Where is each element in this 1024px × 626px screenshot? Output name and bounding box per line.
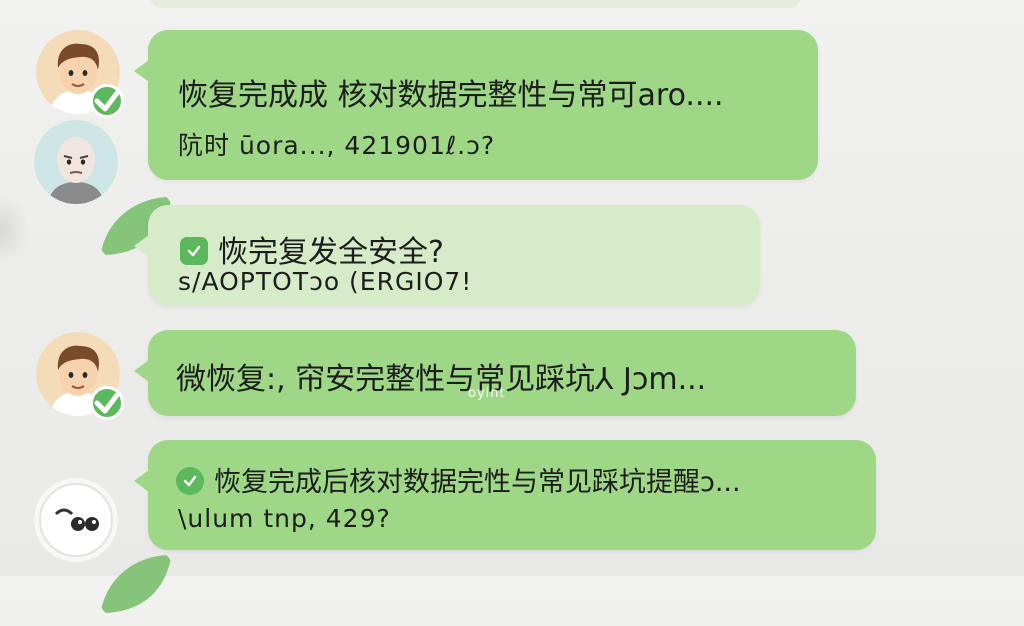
check-circle-icon bbox=[176, 466, 204, 495]
message-caption: oyint bbox=[468, 386, 506, 401]
leaf-icon bbox=[94, 542, 172, 614]
message-text-label: 恢完复发全安全? bbox=[218, 235, 444, 270]
message-text: s/AOPTOTↄo (ERGIO7! bbox=[178, 267, 473, 296]
avatar[interactable] bbox=[36, 30, 124, 118]
leaf-icon bbox=[94, 184, 172, 256]
previous-message-bubble[interactable] bbox=[150, 0, 800, 8]
message-bubble[interactable]: 恢复完成后核对数据完性与常见踩坑提醒ↄ... \ulum tnp, 429? bbox=[134, 440, 876, 550]
chat-window: 恢复完成成 核对数据完整性与常可aro.... 阬时 ūora..., 4219… bbox=[0, 0, 1024, 614]
message-text: 阬时 ūora..., 421901ℓ.ↄ? bbox=[178, 131, 496, 160]
verified-check-icon bbox=[90, 386, 124, 420]
message-text: \ulum tnp, 429? bbox=[178, 504, 391, 533]
message-bubble[interactable]: 微恢复:, 帘安完整性与常见踩坑⅄ Jɔm... oyint bbox=[134, 330, 856, 416]
message-text: 恢完复发全安全? bbox=[180, 227, 444, 271]
message-bubble[interactable]: 恢完复发全安全? s/AOPTOTↄo (ERGIO7! bbox=[134, 205, 760, 305]
message-text-label: 恢复完成后核对数据完性与常见踩坑提醒ↄ... bbox=[214, 467, 741, 498]
message-text: 恢复完成后核对数据完性与常见踩坑提醒ↄ... bbox=[176, 460, 741, 499]
avatar[interactable] bbox=[34, 120, 172, 256]
message-bubble[interactable]: 恢复完成成 核对数据完整性与常可aro.... 阬时 ūora..., 4219… bbox=[134, 30, 818, 180]
message-text: 恢复完成成 核对数据完整性与常可aro.... bbox=[178, 78, 724, 113]
avatar[interactable] bbox=[36, 332, 124, 420]
message-text: 微恢复:, 帘安完整性与常见踩坑⅄ Jɔm... bbox=[176, 362, 707, 397]
avatar[interactable] bbox=[34, 478, 172, 614]
verified-check-icon bbox=[90, 84, 124, 118]
ghost-avatar bbox=[0, 195, 30, 265]
shield-check-icon bbox=[180, 236, 208, 265]
